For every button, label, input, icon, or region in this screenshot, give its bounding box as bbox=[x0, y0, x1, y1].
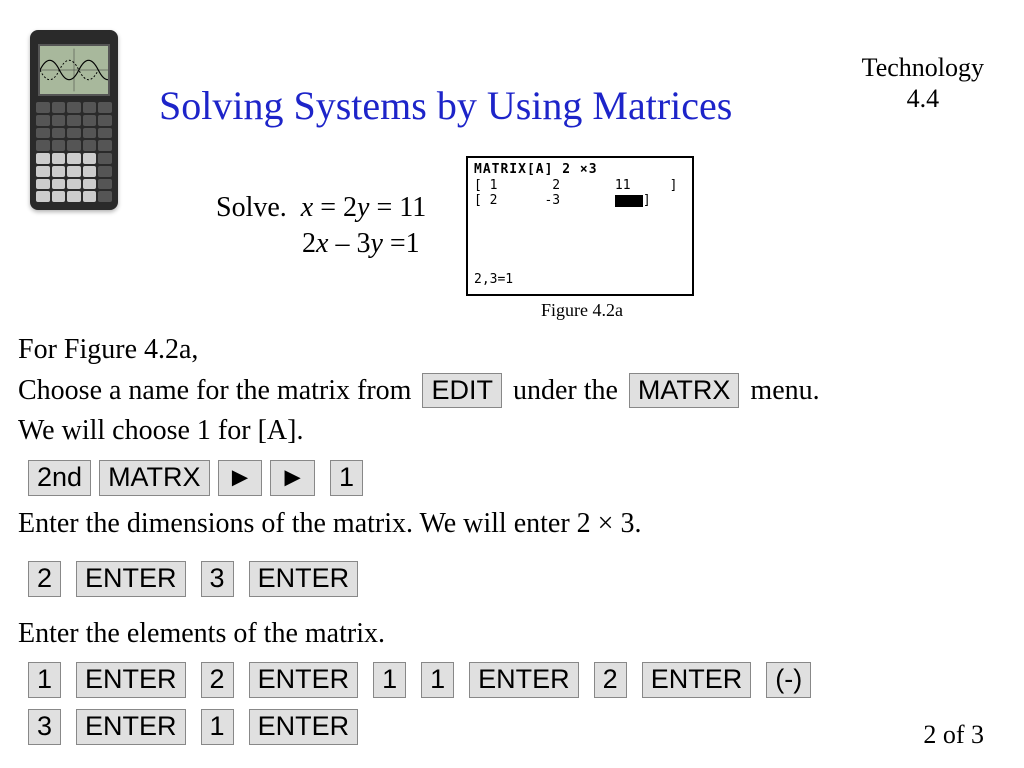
calculator-keys bbox=[36, 102, 112, 202]
instr-line4: Enter the dimensions of the matrix. We w… bbox=[18, 504, 994, 545]
keyrow-3: 1 ENTER 2 ENTER 1 1 ENTER 2 ENTER (-) bbox=[24, 660, 994, 701]
fig-row2: [ 2 -3 ] bbox=[474, 193, 686, 209]
key-1: 1 bbox=[373, 662, 406, 698]
fig-row2-end: ] bbox=[643, 193, 651, 208]
eq2-x: x bbox=[316, 228, 328, 259]
solve-label: Solve. bbox=[216, 192, 287, 223]
key-enter: ENTER bbox=[249, 662, 359, 698]
key-2: 2 bbox=[201, 662, 234, 698]
keyrow-4: 3 ENTER 1 ENTER bbox=[24, 707, 994, 748]
figure-caption: Figure 4.2a bbox=[466, 300, 698, 321]
key-right-1: ► bbox=[218, 460, 263, 496]
key-enter: ENTER bbox=[249, 709, 359, 745]
fig-cursor bbox=[615, 195, 643, 207]
key-1: 1 bbox=[421, 662, 454, 698]
instr-line5: Enter the elements of the matrix. bbox=[18, 614, 994, 655]
key-neg: (-) bbox=[766, 662, 811, 698]
eq2-pre: 2 bbox=[302, 228, 316, 259]
eq1-x: x bbox=[301, 192, 313, 223]
instructions-body: For Figure 4.2a, Choose a name for the m… bbox=[18, 330, 994, 753]
key-matrx-inline: MATRX bbox=[629, 373, 740, 409]
page-number: 2 of 3 bbox=[923, 720, 984, 750]
keyrow-2: 2 ENTER 3 ENTER bbox=[24, 559, 994, 600]
figure-screen: MATRIX[A] 2 ×3 [ 1 2 11 ] [ 2 -3 ] 2,3=1 bbox=[466, 156, 694, 296]
key-matrx: MATRX bbox=[99, 460, 210, 496]
key-3: 3 bbox=[201, 561, 234, 597]
page-title: Solving Systems by Using Matrices bbox=[159, 82, 732, 129]
fig-bottom: 2,3=1 bbox=[474, 272, 513, 288]
calculator-screen bbox=[38, 44, 110, 96]
fig-header: MATRIX[A] 2 ×3 bbox=[474, 162, 686, 178]
key-3: 3 bbox=[28, 709, 61, 745]
instr-line2: Choose a name for the matrix from EDIT u… bbox=[18, 371, 994, 412]
fig-row2-text: [ 2 -3 bbox=[474, 193, 615, 208]
eq1-post: = 11 bbox=[369, 192, 426, 223]
key-enter: ENTER bbox=[469, 662, 579, 698]
key-2nd: 2nd bbox=[28, 460, 91, 496]
eq1-y: y bbox=[357, 192, 369, 223]
key-enter: ENTER bbox=[76, 709, 186, 745]
key-enter: ENTER bbox=[76, 662, 186, 698]
eq1-mid: = 2 bbox=[313, 192, 357, 223]
instr-line3: We will choose 1 for [A]. bbox=[18, 411, 994, 452]
technology-label: Technology 4.4 bbox=[862, 52, 984, 114]
eq2-mid: – 3 bbox=[328, 228, 370, 259]
key-enter: ENTER bbox=[642, 662, 752, 698]
eq2-post: =1 bbox=[383, 228, 420, 259]
key-1: 1 bbox=[28, 662, 61, 698]
instr-line2c: menu. bbox=[743, 375, 819, 406]
tech-line1: Technology bbox=[862, 53, 984, 82]
calculator-illustration bbox=[30, 30, 118, 210]
key-enter: ENTER bbox=[76, 561, 186, 597]
key-2: 2 bbox=[594, 662, 627, 698]
instr-line2b: under the bbox=[506, 375, 625, 406]
problem-statement: Solve. x = 2y = 11 2x – 3y =1 bbox=[216, 190, 426, 263]
instr-line2a: Choose a name for the matrix from bbox=[18, 375, 418, 406]
key-right-2: ► bbox=[270, 460, 315, 496]
fig-row1: [ 1 2 11 ] bbox=[474, 178, 686, 194]
key-1: 1 bbox=[201, 709, 234, 745]
instr-line1: For Figure 4.2a, bbox=[18, 330, 994, 371]
eq2-y: y bbox=[370, 228, 382, 259]
key-1: 1 bbox=[330, 460, 363, 496]
tech-line2: 4.4 bbox=[907, 84, 940, 113]
key-2: 2 bbox=[28, 561, 61, 597]
keyrow-1: 2ndMATRX►► 1 bbox=[24, 458, 994, 499]
key-enter: ENTER bbox=[249, 561, 359, 597]
key-edit: EDIT bbox=[422, 373, 502, 409]
